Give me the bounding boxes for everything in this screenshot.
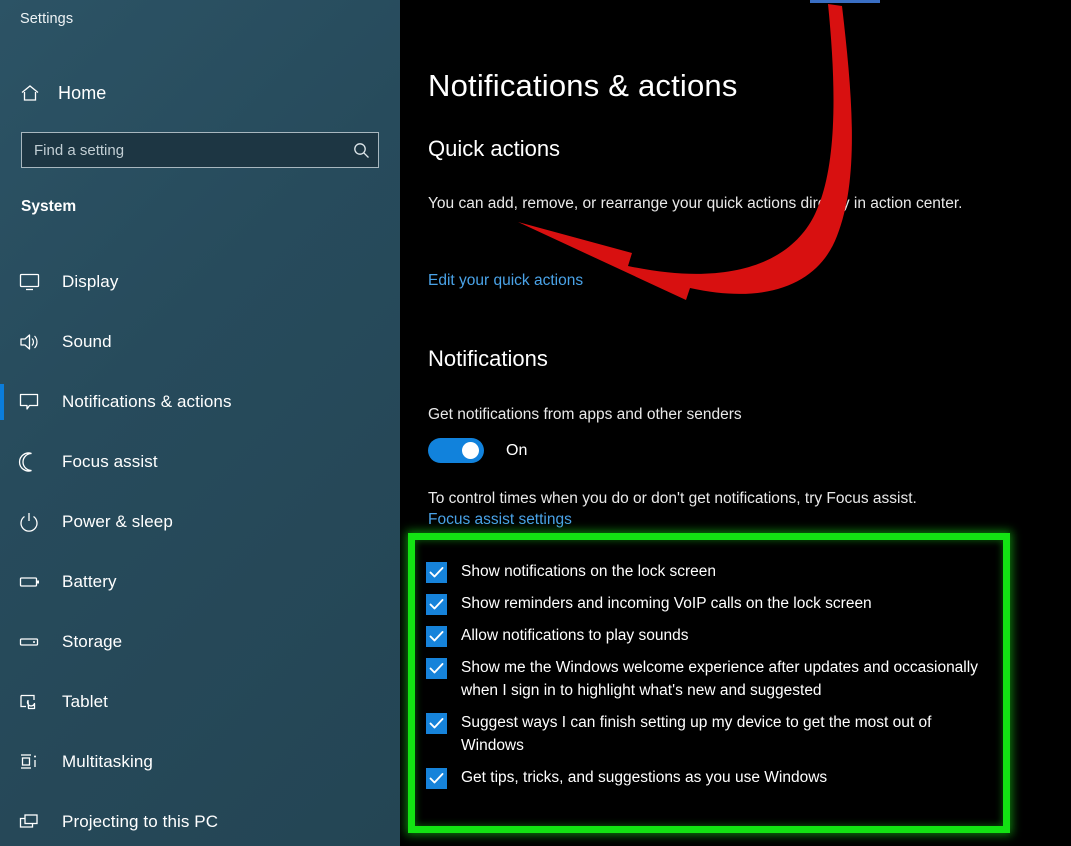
selection-accent	[0, 324, 4, 360]
selection-accent	[0, 504, 4, 540]
checkbox-label: Allow notifications to play sounds	[461, 627, 689, 644]
sidebar-item-power-sleep[interactable]: Power & sleep	[0, 492, 400, 552]
sidebar-item-label: Focus assist	[62, 452, 158, 471]
notification-checkbox-list: Show notifications on the lock screen Sh…	[426, 560, 996, 798]
checkbox-row[interactable]: Allow notifications to play sounds	[426, 624, 996, 647]
checkbox-row[interactable]: Show notifications on the lock screen	[426, 560, 996, 583]
sidebar-item-label: Notifications & actions	[62, 392, 232, 411]
sidebar-item-focus-assist[interactable]: Focus assist	[0, 432, 400, 492]
sidebar-group-header: System	[21, 198, 77, 215]
checkbox-label: Suggest ways I can finish setting up my …	[461, 714, 932, 754]
sidebar-item-label: Tablet	[62, 692, 108, 711]
selection-accent	[0, 684, 4, 720]
selection-accent	[0, 444, 4, 480]
selection-accent	[0, 564, 4, 600]
selection-accent	[0, 744, 4, 780]
monitor-icon	[18, 271, 48, 293]
multitasking-icon	[18, 751, 48, 773]
checkbox-label: Show me the Windows welcome experience a…	[461, 659, 978, 699]
sidebar-item-label: Sound	[62, 332, 112, 351]
focus-assist-settings-link[interactable]: Focus assist settings	[428, 511, 572, 529]
checkbox-label: Show notifications on the lock screen	[461, 563, 717, 580]
focus-assist-description: To control times when you do or don't ge…	[428, 490, 917, 507]
main-content: Notifications & actions Quick actions Yo…	[400, 0, 1071, 846]
sidebar-nav: Display Sound Notifications & actions Fo…	[0, 252, 400, 846]
sidebar: Settings Home System	[0, 0, 400, 846]
sidebar-item-label: Storage	[62, 632, 123, 651]
checkmark-icon[interactable]	[426, 768, 447, 789]
chat-bubble-icon	[18, 391, 48, 413]
checkbox-row[interactable]: Suggest ways I can finish setting up my …	[426, 711, 996, 757]
speaker-icon	[18, 331, 48, 353]
notifications-toggle-row: On	[428, 438, 527, 463]
search-icon[interactable]	[344, 141, 378, 160]
search-input[interactable]	[22, 141, 344, 159]
sidebar-item-tablet[interactable]: Tablet	[0, 672, 400, 732]
sidebar-item-label: Battery	[62, 572, 117, 591]
edit-quick-actions-link[interactable]: Edit your quick actions	[428, 272, 583, 290]
quick-actions-description: You can add, remove, or rearrange your q…	[428, 195, 963, 212]
sidebar-item-home[interactable]: Home	[0, 74, 400, 112]
checkmark-icon[interactable]	[426, 562, 447, 583]
selection-accent	[0, 264, 4, 300]
checkbox-row[interactable]: Get tips, tricks, and suggestions as you…	[426, 766, 996, 789]
sidebar-item-multitasking[interactable]: Multitasking	[0, 732, 400, 792]
sidebar-item-projecting-to-this-pc[interactable]: Projecting to this PC	[0, 792, 400, 846]
selection-accent	[0, 804, 4, 840]
notifications-toggle[interactable]	[428, 438, 484, 463]
notifications-toggle-state: On	[506, 441, 528, 459]
sidebar-item-home-label: Home	[58, 82, 107, 103]
moon-icon	[18, 451, 48, 473]
sidebar-item-display[interactable]: Display	[0, 252, 400, 312]
checkbox-label: Get tips, tricks, and suggestions as you…	[461, 769, 828, 786]
toggle-knob	[462, 442, 479, 459]
sidebar-item-battery[interactable]: Battery	[0, 552, 400, 612]
sidebar-item-label: Display	[62, 272, 119, 291]
selection-accent	[0, 624, 4, 660]
notifications-heading: Notifications	[428, 346, 548, 371]
sidebar-item-sound[interactable]: Sound	[0, 312, 400, 372]
checkmark-icon[interactable]	[426, 626, 447, 647]
tablet-touch-icon	[18, 691, 48, 713]
sidebar-item-notifications-actions[interactable]: Notifications & actions	[0, 372, 400, 432]
settings-window: Settings Home System	[0, 0, 1071, 846]
checkmark-icon[interactable]	[426, 713, 447, 734]
checkmark-icon[interactable]	[426, 658, 447, 679]
checkmark-icon[interactable]	[426, 594, 447, 615]
checkbox-row[interactable]: Show me the Windows welcome experience a…	[426, 656, 996, 702]
top-chrome-sliver	[810, 0, 880, 3]
sidebar-item-label: Projecting to this PC	[62, 812, 219, 831]
selection-accent	[0, 384, 4, 420]
sidebar-item-label: Multitasking	[62, 752, 153, 771]
sidebar-item-label: Power & sleep	[62, 512, 173, 531]
projecting-icon	[18, 811, 48, 833]
window-title: Settings	[20, 11, 74, 27]
checkbox-row[interactable]: Show reminders and incoming VoIP calls o…	[426, 592, 996, 615]
sidebar-item-storage[interactable]: Storage	[0, 612, 400, 672]
battery-icon	[18, 571, 48, 593]
power-icon	[18, 511, 48, 533]
quick-actions-heading: Quick actions	[428, 136, 561, 161]
page-title: Notifications & actions	[428, 68, 738, 103]
drive-icon	[18, 631, 48, 653]
checkbox-label: Show reminders and incoming VoIP calls o…	[461, 595, 872, 612]
home-icon	[14, 82, 46, 104]
search-box[interactable]	[21, 132, 379, 168]
notifications-description: Get notifications from apps and other se…	[428, 406, 742, 423]
